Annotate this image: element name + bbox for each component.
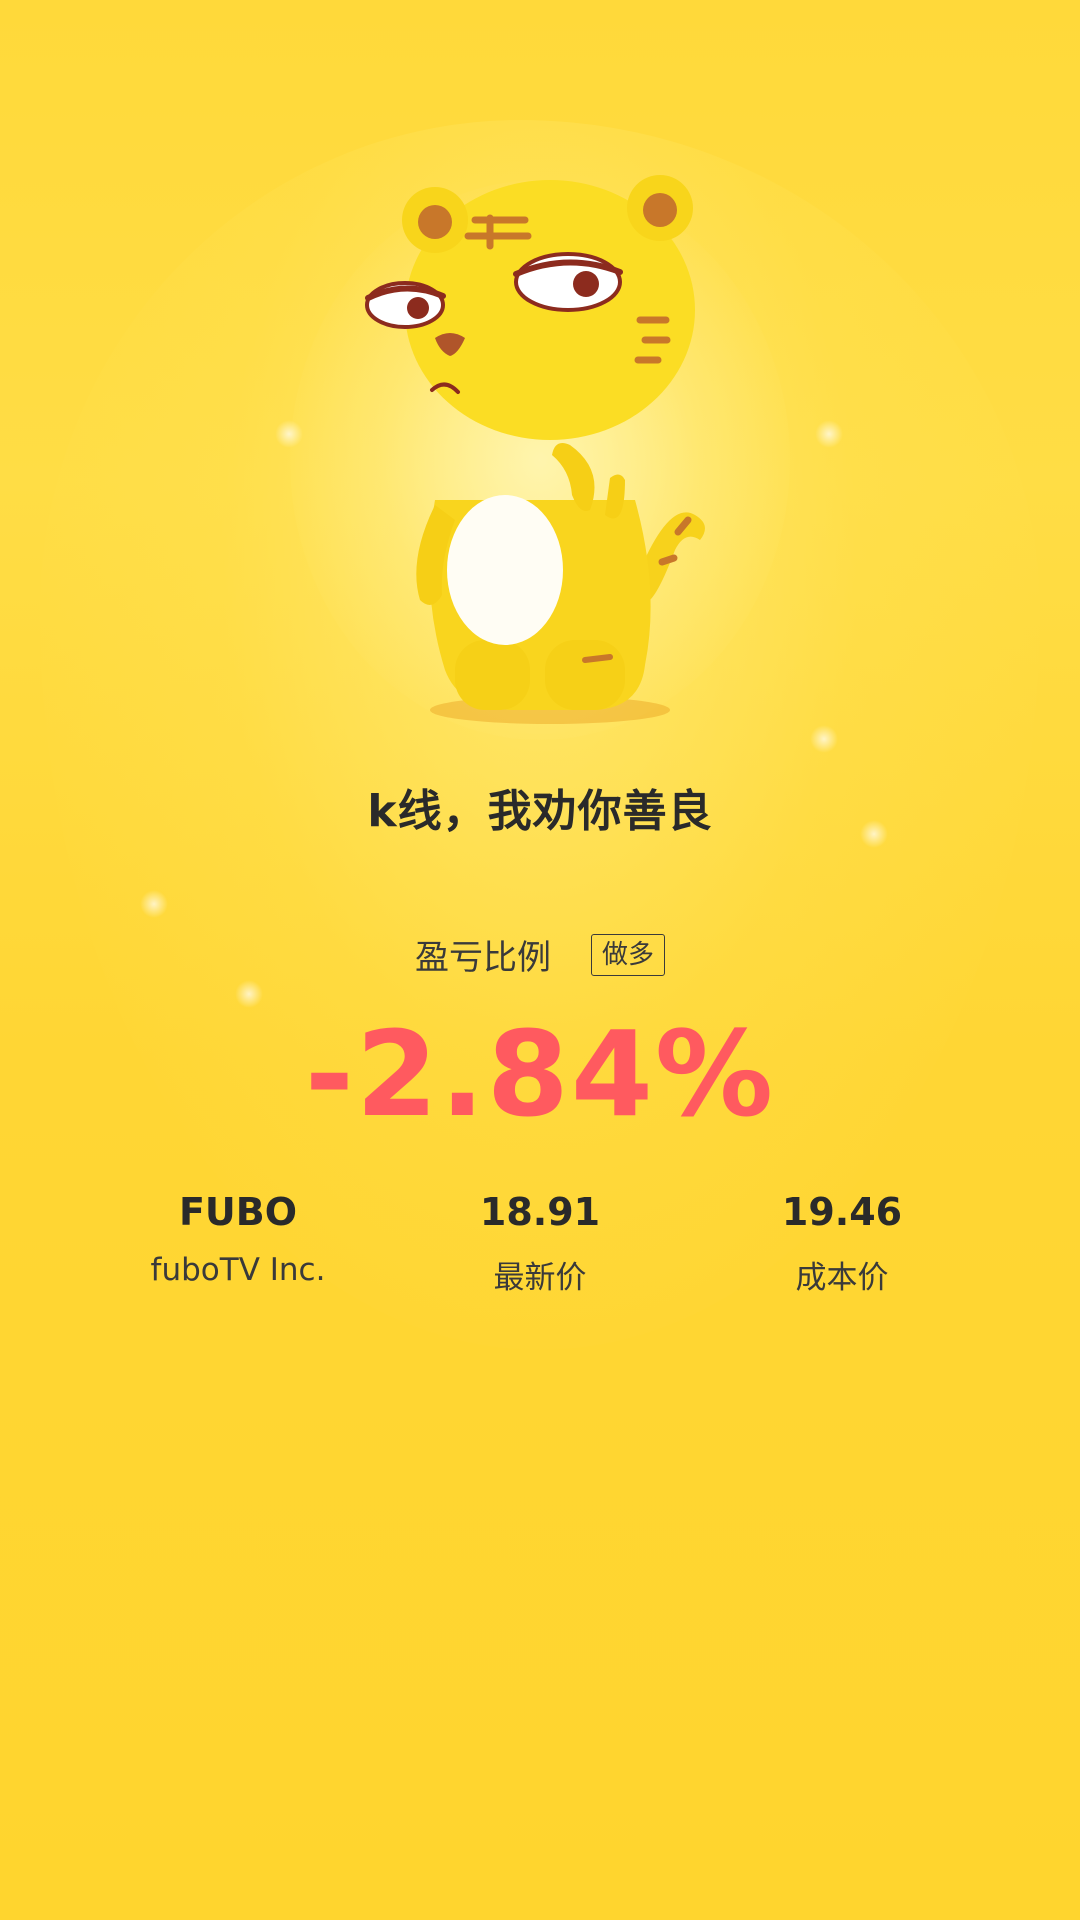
stock-info: FUBO fuboTV Inc. — [78, 1190, 398, 1288]
latest-price-info: 18.91 最新价 — [380, 1190, 700, 1297]
cost-price-value: 19.46 — [781, 1190, 903, 1234]
sparkle — [140, 890, 168, 918]
company-name: fuboTV Inc. — [150, 1252, 326, 1288]
slogan-title: k线，我劝你善良 — [367, 786, 713, 837]
stock-symbol: FUBO — [178, 1190, 298, 1234]
latest-price-value: 18.91 — [479, 1190, 601, 1234]
profit-loss-ratio-row: 盈亏比例 做多 — [0, 930, 1080, 979]
sparkle — [815, 420, 843, 448]
cost-price-label: 成本价 — [795, 1260, 889, 1296]
tiger-mascot-icon — [365, 175, 705, 724]
position-direction-badge: 做多 — [590, 933, 665, 976]
cost-price-info: 19.46 成本价 — [682, 1190, 1002, 1297]
profit-loss-ratio-value: -2.84% — [304, 1005, 776, 1143]
profit-loss-ratio-label: 盈亏比例 — [414, 938, 551, 978]
sparkle — [235, 980, 263, 1008]
latest-price-label: 最新价 — [493, 1260, 587, 1296]
sparkle — [810, 725, 838, 753]
sparkle — [275, 420, 303, 448]
